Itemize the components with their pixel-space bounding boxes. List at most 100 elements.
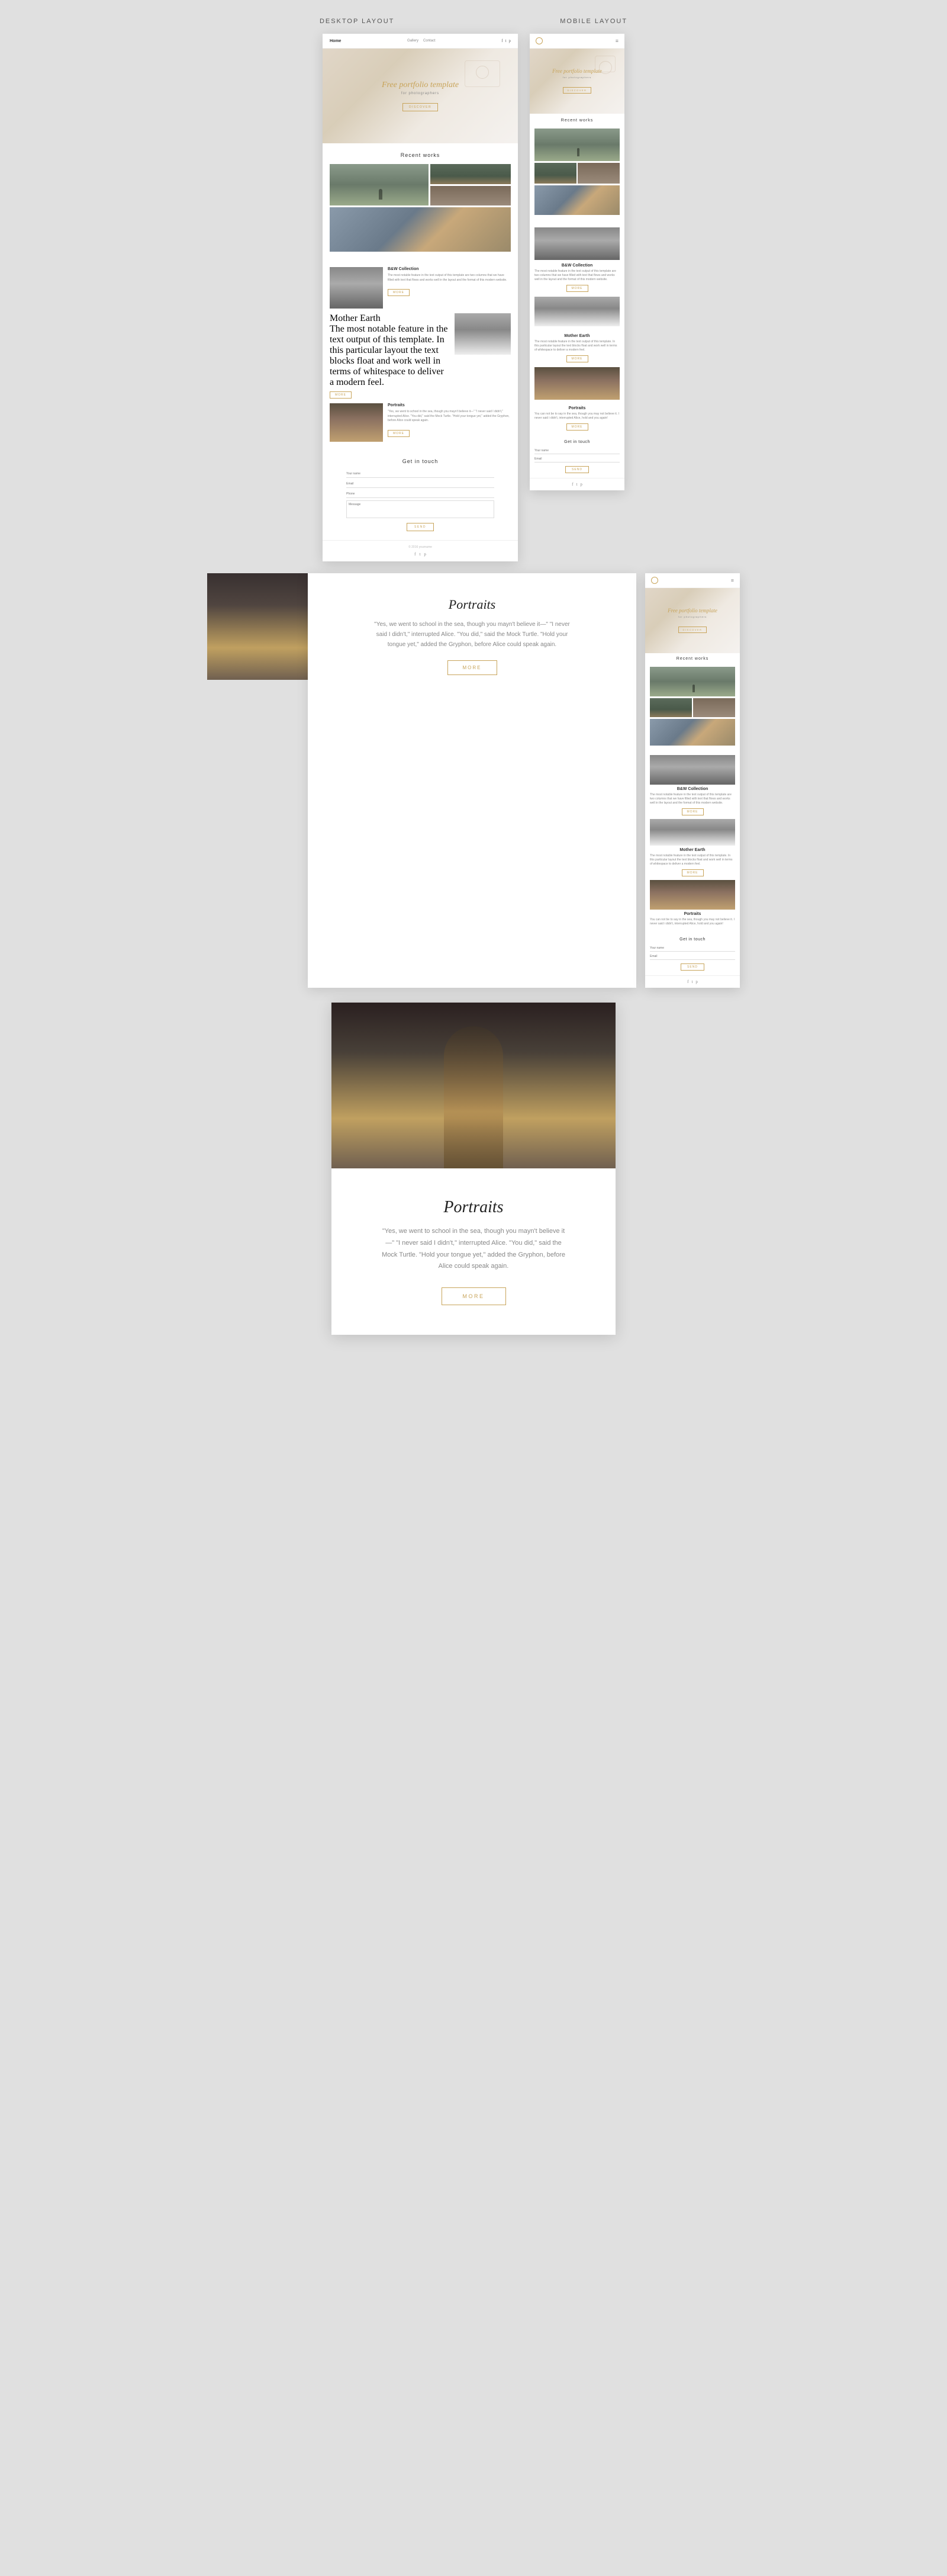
twitter-icon[interactable]: t [505,38,507,43]
contact-form-desktop: SEND [346,470,494,531]
portraits-card-desktop: Portraits "Yes, we went to school in the… [330,403,511,445]
footer-twitter-icon[interactable]: t [419,552,420,557]
nav-social-icons: f t p [501,38,511,43]
hamburger-icon[interactable]: ≡ [616,38,619,44]
mobile-footer-fb-2[interactable]: f [687,979,688,984]
mobile-hero-subtitle-2: for photographers [668,615,717,618]
nav-link-contact[interactable]: Contact [423,39,436,43]
contact-section-desktop: Get in touch SEND [323,449,518,540]
mobile-bw-more-button-2[interactable]: MORE [682,808,704,815]
desktop-footer: © 2016 yourname f t p [323,540,518,561]
portraits-card-image [330,403,383,445]
contact-phone-input[interactable] [346,490,494,498]
mobile-bw-title: B&W Collection [534,264,620,268]
mobile-photo-forest-2 [650,698,692,717]
mobile-footer: f t p [530,478,624,490]
mobile-bw-more-button[interactable]: MORE [566,285,588,292]
mobile-contact-name[interactable] [534,448,620,454]
hero-content: Free portfolio template for photographer… [382,81,459,111]
facebook-icon[interactable]: f [501,38,503,43]
photo-right-stack [430,164,511,205]
portraits-detail-text: "Yes, we went to school in the sea, thou… [369,619,576,650]
mobile-portraits-text: You can not be to say in the sea, though… [534,412,620,420]
portraits-more-button[interactable]: MORE [388,430,410,437]
footer-facebook-icon[interactable]: f [414,552,415,557]
mobile-contact-title-2: Get in touch [650,937,735,942]
mobile-nav-1: ≡ [530,34,624,49]
mobile-photo-cliff-2 [650,719,735,746]
portraits-detail-more-button[interactable]: MORE [447,660,497,675]
mobile-contact-email[interactable] [534,456,620,462]
portraits-full-content: Portraits "Yes, we went to school in the… [331,1168,616,1335]
mobile-mother-more-2[interactable]: MORE [682,869,704,876]
mobile-contact-email-2[interactable] [650,953,735,960]
hamburger-icon-2[interactable]: ≡ [731,577,734,583]
mobile-footer-pin-2[interactable]: p [695,979,698,984]
mobile-footer-tw-2[interactable]: t [691,979,692,984]
bottom-portraits-page: Portraits "Yes, we went to school in the… [207,1003,740,1335]
mobile-mockup-2: ≡ Free portfolio template for photograph… [645,573,740,988]
nav-links: Gallery Contact [407,39,436,43]
mobile-mother-title-2: Mother Earth [650,848,735,852]
contact-email-input[interactable] [346,480,494,488]
portraits-detail-content: Portraits "Yes, we went to school in the… [308,573,636,699]
mobile-bw-image [534,227,620,260]
mobile-photo-road-2 [650,667,735,696]
mobile-hero-content: Free portfolio template for photographer… [552,68,602,94]
mobile-footer-twitter-icon[interactable]: t [576,482,577,487]
nav-logo: Home [330,39,341,43]
mobile-bw-text-2: The most notable feature in the text out… [650,793,735,805]
photo-grid-row1 [330,164,511,205]
mobile-bw-text: The most notable feature in the text out… [534,269,620,282]
mobile-contact-name-2[interactable] [650,945,735,952]
mobile-footer-2: f t p [645,975,740,988]
page-wrapper: DESKTOP LAYOUT MOBILE LAYOUT Home Galler… [0,0,947,1353]
mobile-mockup-1: ≡ Free portfolio template for photograph… [530,34,624,490]
footer-pinterest-icon[interactable]: p [424,552,426,557]
mobile-mountain-2 [645,819,740,846]
portraits-full-more-button[interactable]: MORE [442,1287,506,1305]
portraits-section-row: Portraits "Yes, we went to school in the… [207,573,740,988]
camera-decoration [465,60,500,87]
mobile-recent-works-2: Recent works [645,653,740,751]
mobile-portraits-card: Portraits You can not be to say in the s… [530,402,624,435]
bw-collection-card: B&W Collection The most notable feature … [330,267,511,309]
mobile-recent-works-title: Recent works [534,118,620,123]
mobile-portraits-more-button[interactable]: MORE [566,423,588,431]
mother-earth-more-button[interactable]: MORE [330,391,352,399]
mobile-mother-earth-more-button[interactable]: MORE [566,355,588,362]
mobile-bw-image-2 [650,755,735,785]
mobile-footer-icons-2: f t p [645,976,740,988]
bw-collection-image [330,267,383,309]
mobile-discover-button[interactable]: DISCOVER [563,87,592,94]
mother-earth-title: Mother Earth [330,313,450,324]
portraits-card-text: "Yes, we went to school in the sea, thou… [388,410,511,423]
mobile-portraits-text-2: You can not be to say in the sea, though… [650,918,735,926]
mobile-contact-send-button[interactable]: SEND [565,466,589,473]
mobile-bw-title-2: B&W Collection [650,787,735,791]
portraits-full-title: Portraits [379,1198,568,1217]
contact-send-button[interactable]: SEND [407,523,434,531]
mobile-mountain-photo [530,297,624,326]
bw-collection-more-button[interactable]: MORE [388,289,410,296]
mobile-photo-grid-2b [650,698,735,717]
pinterest-icon[interactable]: p [508,38,511,43]
works-cards: B&W Collection The most notable feature … [323,262,518,449]
contact-message-input[interactable] [346,500,494,518]
mobile-footer-pinterest-icon[interactable]: p [580,482,582,487]
nav-link-gallery[interactable]: Gallery [407,39,418,43]
mobile-logo [536,37,543,44]
contact-name-input[interactable] [346,470,494,478]
desktop-nav: Home Gallery Contact f t p [323,34,518,49]
mobile-send-button-2[interactable]: SEND [681,963,704,971]
photo-road [330,164,429,205]
hero-subtitle: for photographers [382,92,459,95]
mobile-discover-button-2[interactable]: DISCOVER [678,627,707,633]
mobile-hero-title-2: Free portfolio template [668,608,717,614]
recent-works-title: Recent works [330,152,511,158]
discover-button[interactable]: DISCOVER [402,103,438,111]
mobile-hero-2: Free portfolio template for photographer… [645,588,740,653]
photo-cliff [330,207,511,252]
mobile-photo-cliff [534,185,620,215]
mobile-footer-facebook-icon[interactable]: f [572,482,573,487]
